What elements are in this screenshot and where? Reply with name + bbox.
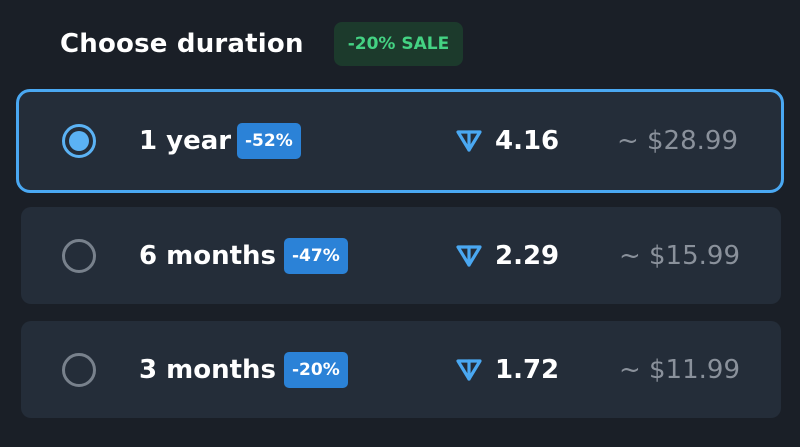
usd-price: ~ $11.99 (618, 354, 740, 385)
radio-button[interactable] (62, 238, 96, 273)
duration-option-3-months[interactable]: 3 months -20% 1.72 ~ $11.99 (21, 321, 781, 418)
page-title: Choose duration (60, 29, 304, 59)
ton-icon (456, 130, 482, 152)
sale-badge: -20% SALE (333, 22, 464, 66)
discount-badge: -47% (284, 237, 348, 274)
discount-badge: -20% (284, 351, 348, 388)
usd-price: ~ $28.99 (616, 126, 738, 156)
ton-price: 1.72 (495, 354, 560, 385)
ton-icon (456, 358, 482, 381)
duration-label: 6 months (139, 240, 277, 271)
discount-badge: -52% (237, 123, 301, 159)
usd-price: ~ $15.99 (618, 240, 740, 271)
duration-header: Choose duration -20% SALE (60, 22, 464, 66)
duration-label: 1 year (139, 126, 232, 156)
radio-button[interactable] (62, 352, 96, 387)
duration-option-1-year[interactable]: 1 year -52% 4.16 ~ $28.99 (16, 89, 784, 193)
ton-icon (456, 244, 482, 267)
duration-option-6-months[interactable]: 6 months -47% 2.29 ~ $15.99 (21, 207, 781, 304)
radio-button-selected[interactable] (62, 124, 96, 158)
ton-price: 4.16 (495, 126, 560, 156)
duration-label: 3 months (139, 354, 277, 385)
ton-price: 2.29 (495, 240, 560, 271)
radio-selected-dot (69, 131, 89, 151)
